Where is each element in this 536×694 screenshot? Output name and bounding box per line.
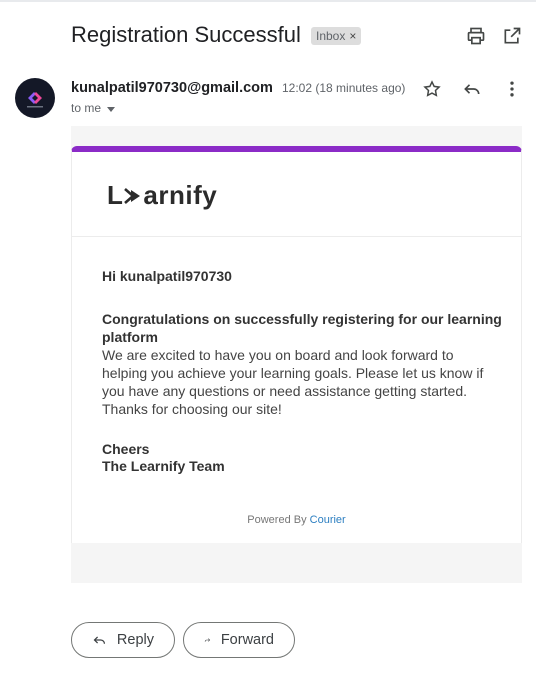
signoff-team: The Learnify Team bbox=[102, 458, 225, 474]
headline: Congratulations on successfully register… bbox=[102, 311, 502, 345]
logo-play-icon bbox=[124, 187, 142, 204]
open-in-new-window-button[interactable] bbox=[500, 24, 524, 48]
inbox-label-chip[interactable]: Inbox × bbox=[311, 27, 362, 45]
reply-label: Reply bbox=[116, 632, 154, 648]
logo-text-prefix: L bbox=[107, 180, 124, 210]
email-content: Hi kunalpatil970730 Congratulations on s… bbox=[102, 268, 502, 474]
reply-icon-button[interactable] bbox=[460, 77, 484, 101]
forward-button[interactable]: Forward bbox=[183, 622, 295, 658]
star-button[interactable] bbox=[420, 77, 444, 101]
reply-button[interactable]: Reply bbox=[71, 622, 175, 658]
greeting: Hi kunalpatil970730 bbox=[102, 268, 232, 284]
remove-label-icon[interactable]: × bbox=[349, 27, 356, 45]
powered-by: Powered By Courier bbox=[72, 514, 521, 526]
recipient-details-toggle[interactable]: to me bbox=[71, 101, 116, 115]
more-vert-icon bbox=[510, 81, 514, 97]
forward-label: Forward bbox=[220, 632, 274, 648]
reply-icon bbox=[93, 636, 106, 644]
reply-icon bbox=[464, 84, 480, 95]
email-timestamp: 12:02 (18 minutes ago) bbox=[282, 81, 406, 95]
open-in-new-window-icon bbox=[504, 27, 521, 44]
avatar-logo-icon bbox=[27, 92, 43, 108]
recipient-label: to me bbox=[71, 101, 102, 115]
sender-avatar[interactable] bbox=[15, 78, 55, 118]
inbox-label: Inbox bbox=[316, 29, 346, 43]
top-divider bbox=[0, 0, 536, 2]
print-icon bbox=[467, 27, 485, 45]
sender-email[interactable]: kunalpatil970730@gmail.com bbox=[71, 80, 273, 96]
email-subject: Registration Successful bbox=[71, 22, 301, 47]
learnify-logo: L arnify bbox=[107, 180, 217, 211]
more-options-button[interactable] bbox=[500, 77, 524, 101]
email-card: L arnify Hi kunalpatil970730 Congratulat… bbox=[71, 146, 522, 543]
print-button[interactable] bbox=[464, 24, 488, 48]
forward-icon bbox=[204, 638, 211, 642]
chevron-down-icon bbox=[107, 106, 116, 112]
courier-link[interactable]: Courier bbox=[310, 514, 346, 526]
powered-by-text: Powered By bbox=[247, 514, 307, 526]
logo-text-suffix: arnify bbox=[143, 180, 218, 210]
star-icon bbox=[423, 80, 441, 97]
card-divider bbox=[72, 236, 521, 237]
body-paragraph: We are excited to have you on board and … bbox=[102, 347, 484, 417]
signoff-cheers: Cheers bbox=[102, 441, 150, 457]
